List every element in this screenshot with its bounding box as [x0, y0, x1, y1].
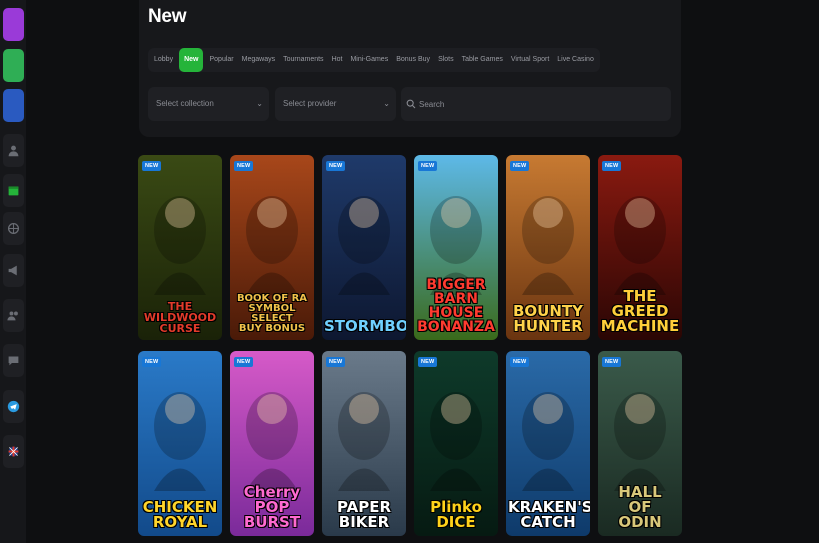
tab-virtual-sport[interactable]: Virtual Sport — [507, 48, 553, 72]
tab-tournaments[interactable]: Tournaments — [279, 48, 327, 72]
game-title: Cherry POP BURST — [232, 485, 312, 530]
tab-table-games[interactable]: Table Games — [458, 48, 507, 72]
game-card[interactable]: NEW HALL OF ODIN — [598, 351, 682, 536]
game-title-line: CURSE — [159, 322, 201, 335]
chat-icon[interactable] — [3, 344, 24, 377]
megaphone-icon[interactable] — [3, 254, 24, 287]
chevron-down-icon: ⌄ — [383, 99, 390, 108]
game-title-line: ODIN — [618, 513, 662, 531]
game-card[interactable]: NEW KRAKEN'S CATCH — [506, 351, 590, 536]
tab-megaways[interactable]: Megaways — [238, 48, 279, 72]
search-box — [401, 87, 671, 121]
game-card[interactable]: NEW Plinko DICE — [414, 351, 498, 536]
category-tabs: Lobby New Popular Megaways Tournaments Hot Min… — [148, 48, 600, 72]
sidebar — [0, 0, 26, 543]
game-card[interactable]: NEW Cherry POP BURST — [230, 351, 314, 536]
new-badge: NEW — [142, 357, 162, 367]
game-card[interactable]: NEW BOOK OF RA SYMBOL SELECT BUY BONUS — [230, 155, 314, 340]
tab-new[interactable]: New — [179, 48, 204, 72]
tab-popular[interactable]: Popular — [205, 48, 237, 72]
tab-live-casino[interactable]: Live Casino — [553, 48, 598, 72]
game-title-line: DICE — [436, 513, 476, 531]
game-title: THE GREED MACHINE — [600, 289, 680, 334]
game-title-line: BIKER — [338, 513, 390, 531]
new-badge: NEW — [510, 357, 530, 367]
new-badge: NEW — [510, 161, 530, 171]
new-badge: NEW — [602, 161, 622, 171]
game-title-line: BIGGER — [426, 277, 486, 293]
collection-select-label: Select collection — [156, 99, 214, 108]
game-title-line: BARN HOUSE — [428, 291, 484, 321]
provider-select[interactable]: Select provider ⌄ — [275, 87, 396, 121]
sports-ball-icon[interactable] — [3, 212, 24, 245]
new-badge: NEW — [142, 161, 162, 171]
game-title: HALL OF ODIN — [600, 485, 680, 530]
collection-select[interactable]: Select collection ⌄ — [148, 87, 269, 121]
game-title-line: BURST — [243, 513, 301, 531]
game-card[interactable]: NEW BIGGER BARN HOUSE BONANZA — [414, 155, 498, 340]
game-title-line: BONANZA — [417, 319, 495, 335]
new-badge: NEW — [234, 357, 254, 367]
tab-mini-games[interactable]: Mini-Games — [346, 48, 392, 72]
game-card[interactable]: NEW BOUNTY HUNTER — [506, 155, 590, 340]
users-icon[interactable] — [3, 299, 24, 332]
game-title-line: STORMBORN — [324, 317, 406, 335]
game-title-line: HUNTER — [513, 317, 583, 335]
game-title-line: BUY BONUS — [238, 323, 306, 334]
tab-slots[interactable]: Slots — [434, 48, 458, 72]
new-badge: NEW — [418, 357, 438, 367]
game-title-line: MACHINE — [600, 317, 680, 335]
new-badge: NEW — [602, 357, 622, 367]
game-thumb-2-icon[interactable] — [3, 49, 24, 82]
game-title-line: SYMBOL SELECT — [248, 303, 296, 324]
telegram-icon[interactable] — [3, 390, 24, 423]
game-card[interactable]: NEW STORMBORN — [322, 155, 406, 340]
game-title-line: THE WILDWOOD — [143, 300, 217, 324]
search-icon — [406, 99, 416, 109]
game-thumb-3-icon[interactable] — [3, 89, 24, 122]
game-title: STORMBORN — [324, 317, 406, 335]
chevron-down-icon: ⌄ — [256, 99, 263, 108]
new-badge: NEW — [418, 161, 438, 171]
game-title: CHICKEN ROYAL — [140, 500, 220, 530]
game-card[interactable]: NEW THE WILDWOOD CURSE — [138, 155, 222, 340]
game-title: PAPER BIKER — [324, 500, 404, 530]
game-title: KRAKEN'S CATCH — [508, 500, 590, 531]
search-input[interactable] — [419, 87, 659, 121]
game-title: Plinko DICE — [416, 500, 496, 530]
game-title: BOOK OF RA SYMBOL SELECT BUY BONUS — [232, 294, 312, 334]
tab-hot[interactable]: Hot — [328, 48, 347, 72]
tab-lobby[interactable]: Lobby — [150, 48, 177, 72]
game-title: BOUNTY HUNTER — [508, 304, 588, 334]
new-badge: NEW — [326, 161, 346, 171]
new-badge: NEW — [326, 357, 346, 367]
game-card[interactable]: NEW CHICKEN ROYAL — [138, 351, 222, 536]
game-card[interactable]: NEW PAPER BIKER — [322, 351, 406, 536]
game-title: BIGGER BARN HOUSE BONANZA — [416, 278, 496, 334]
new-badge: NEW — [234, 161, 254, 171]
game-artwork — [338, 196, 390, 295]
game-card[interactable]: NEW THE GREED MACHINE — [598, 155, 682, 340]
page-title: New — [148, 6, 187, 27]
game-thumb-1-icon[interactable] — [3, 8, 24, 41]
game-title-line: ROYAL — [152, 513, 208, 531]
user-icon[interactable] — [3, 134, 24, 167]
game-title: THE WILDWOOD CURSE — [140, 301, 220, 334]
uk-flag-icon[interactable] — [3, 435, 24, 468]
calendar-icon[interactable] — [3, 174, 24, 207]
game-title-line: CATCH — [520, 513, 576, 531]
tab-bonus-buy[interactable]: Bonus Buy — [392, 48, 434, 72]
provider-select-label: Select provider — [283, 99, 337, 108]
